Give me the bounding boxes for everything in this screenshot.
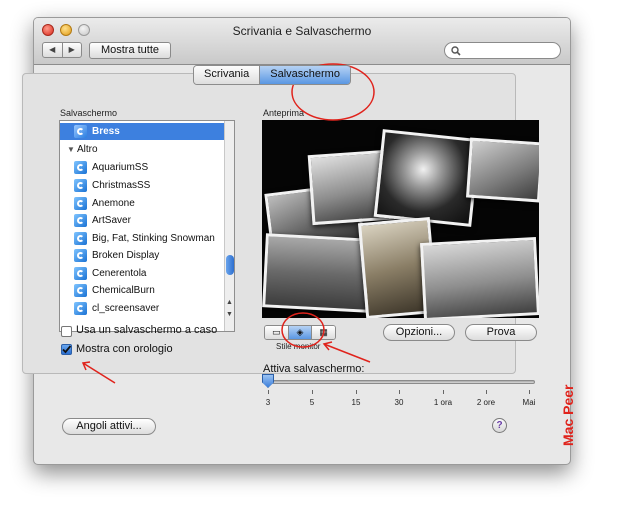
preview-photo — [465, 137, 539, 203]
slider-tick — [399, 390, 400, 394]
slider-tick — [356, 390, 357, 394]
screensaver-icon — [74, 197, 87, 210]
slider-tick-label: 3 — [265, 398, 271, 407]
screensaver-preview — [262, 120, 539, 318]
screensaver-icon — [74, 214, 87, 227]
list-item[interactable]: Big, Fat, Stinking Snowman — [60, 230, 224, 247]
back-forward-buttons[interactable]: ◀ ▶ — [42, 42, 82, 58]
list-item[interactable]: Anemone — [60, 195, 224, 212]
search-icon — [451, 46, 461, 56]
scrollbar-thumb[interactable] — [226, 255, 234, 275]
window-title: Scrivania e Salvaschermo — [232, 24, 372, 38]
screensaver-icon — [74, 179, 87, 192]
screensaver-icon — [74, 302, 87, 315]
mac-peer-watermark: Mac Peer — [560, 384, 576, 446]
test-button[interactable]: Prova — [465, 324, 537, 341]
forward-icon[interactable]: ▶ — [63, 43, 82, 57]
list-item[interactable]: ArtSaver — [60, 212, 224, 229]
monitor-style-grid-icon[interactable]: ▦ — [311, 326, 335, 339]
list-item[interactable]: Cenerentola — [60, 265, 224, 282]
list-item[interactable]: Bress — [60, 123, 224, 140]
slider-tick-label: 5 — [309, 398, 315, 407]
scroll-up-arrow-icon[interactable]: ▲ — [226, 299, 233, 306]
preview-photo — [262, 233, 372, 313]
tab-scrivania[interactable]: Scrivania — [194, 66, 260, 84]
list-item[interactable]: AquariumSS — [60, 159, 224, 176]
preview-photo — [420, 237, 539, 318]
monitor-style-mirrored-icon[interactable]: ◈ — [287, 326, 312, 339]
monitor-style-selector[interactable]: ▭ ◈ ▦ — [264, 325, 336, 340]
slider-tick-label: 15 — [351, 398, 361, 407]
list-item[interactable]: ChemicalBurn — [60, 282, 224, 299]
show-clock-checkbox[interactable] — [61, 344, 72, 355]
scroll-down-arrow-icon[interactable]: ▼ — [226, 311, 233, 318]
search-input[interactable] — [463, 44, 561, 58]
screensaver-icon — [74, 249, 87, 262]
hot-corners-button[interactable]: Angoli attivi... — [62, 418, 156, 435]
slider-tick — [486, 390, 487, 394]
slider-tick-label: 30 — [394, 398, 404, 407]
monitor-style-label: Stile monitor — [276, 342, 321, 351]
back-icon[interactable]: ◀ — [43, 43, 63, 57]
monitor-style-display-icon[interactable]: ▭ — [265, 326, 288, 339]
options-button[interactable]: Opzioni... — [383, 324, 455, 341]
tab-salvaschermo[interactable]: Salvaschermo — [259, 66, 350, 84]
screensaver-icon — [74, 284, 87, 297]
disclosure-triangle-icon[interactable]: ▼ — [67, 141, 75, 158]
preview-photo — [373, 129, 481, 227]
slider-tick — [529, 390, 530, 394]
list-item[interactable]: ChristmasSS — [60, 177, 224, 194]
title-bar: Scrivania e Salvaschermo ◀ ▶ Mostra tutt… — [34, 18, 570, 65]
checkmark-icon — [62, 345, 72, 354]
preview-title: Anteprima — [263, 108, 305, 118]
screensaver-icon — [74, 125, 87, 138]
list-group-header[interactable]: ▼ Altro — [60, 141, 224, 158]
search-field[interactable] — [444, 42, 561, 59]
slider-tick-label: 1 ora — [433, 398, 453, 407]
slider-tick-label: Mai — [522, 398, 536, 407]
screensaver-icon — [74, 267, 87, 280]
random-screensaver-checkbox[interactable] — [61, 326, 72, 337]
list-item[interactable]: Broken Display — [60, 247, 224, 264]
list-item[interactable]: cl_screensaver — [60, 300, 224, 317]
screensaver-list[interactable]: Bress ▼ Altro AquariumSS ChristmasSS Anem… — [59, 120, 235, 332]
activate-slider-track[interactable] — [266, 380, 535, 384]
show-clock-label: Mostra con orologio — [76, 343, 173, 355]
show-all-button[interactable]: Mostra tutte — [89, 42, 171, 59]
tab-bar: Scrivania Salvaschermo — [193, 65, 351, 85]
random-screensaver-label: Usa un salvaschermo a caso — [76, 324, 218, 336]
screensaver-icon — [74, 232, 87, 245]
list-scrollbar[interactable]: ▲ ▼ — [224, 121, 234, 331]
slider-tick — [443, 390, 444, 394]
screensaver-list-title: Salvaschermo — [60, 108, 118, 118]
slider-tick-label: 2 ore — [476, 398, 496, 407]
activate-screensaver-label: Attiva salvaschermo: — [263, 363, 365, 375]
slider-tick — [312, 390, 313, 394]
screensaver-icon — [74, 161, 87, 174]
slider-tick — [268, 390, 269, 394]
help-button[interactable]: ? — [492, 418, 507, 433]
